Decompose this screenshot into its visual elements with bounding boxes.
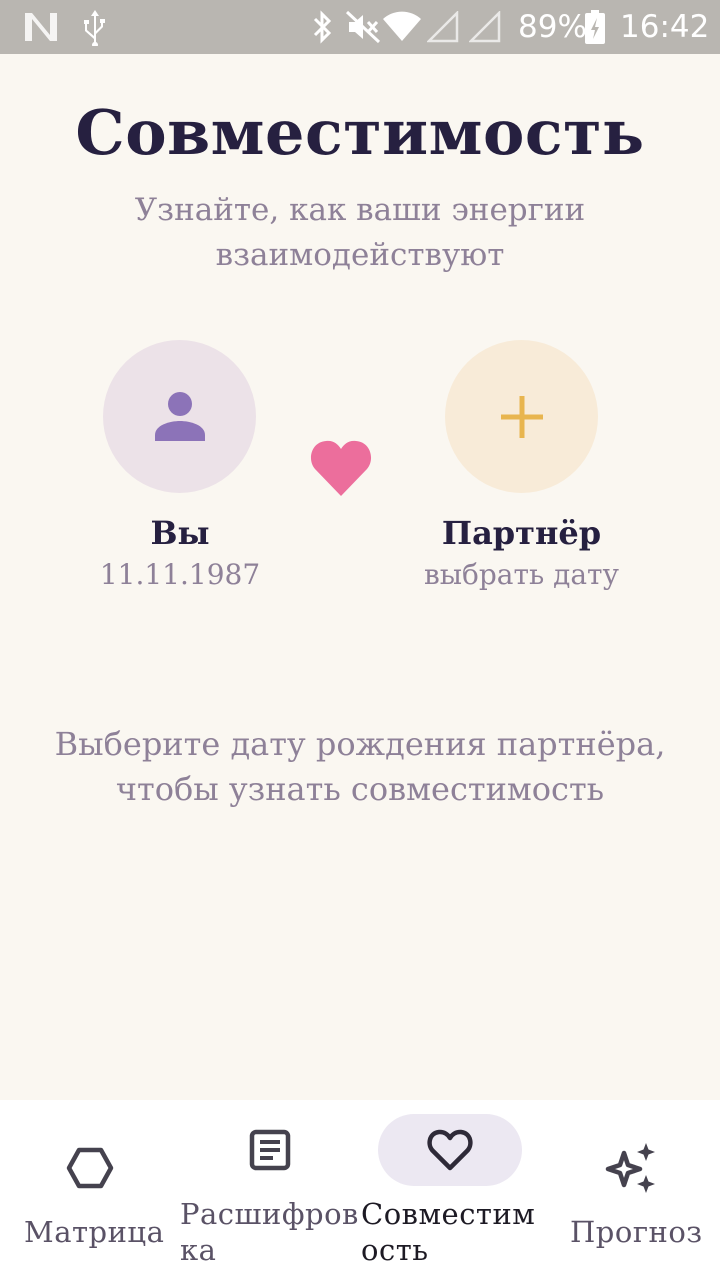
hexagon-icon [64,1144,116,1192]
you-avatar[interactable] [103,340,256,493]
heart-outline-icon [426,1126,474,1174]
nav-label-decoding: Расшифровка [180,1197,359,1267]
bluetooth-icon [308,8,338,46]
battery-percent: 89% [518,9,587,45]
clock: 16:42 [620,9,710,45]
add-partner-button[interactable] [445,340,598,493]
document-icon [246,1126,294,1174]
person-icon [154,391,205,441]
partner-select-date[interactable]: выбрать дату [400,558,643,591]
page-title: Совместимость [75,96,645,169]
wifi-icon [382,8,422,46]
mute-icon [344,8,382,46]
signal-2-icon [468,8,502,46]
partner-name: Партнёр [441,514,602,552]
you-birthdate: 11.11.1987 [99,558,261,591]
signal-icon [426,8,460,46]
nav-item-compatibility[interactable]: Совместимость [360,1100,540,1280]
status-bar: 89% 16:42 [0,0,720,54]
nav-item-forecast[interactable]: Прогноз [540,1100,720,1280]
nav-item-matrix[interactable]: Матрица [0,1100,180,1280]
you-name: Вы [150,514,210,552]
plus-icon [500,395,543,438]
sparkles-icon [604,1140,658,1196]
bottom-nav: Матрица Расшифровка Совместимость Прогно… [0,1100,720,1280]
hint-text: Выберите дату рождения партнёра, чтобы у… [54,725,666,808]
nav-label-compatibility: Совместимость [361,1197,536,1267]
n-logo-icon [22,8,60,46]
nav-label-forecast: Прогноз [570,1215,703,1249]
page-subtitle: Узнайте, как ваши энергии взаимодействую… [134,192,586,273]
heart-icon [310,440,372,496]
battery-icon [584,8,606,46]
usb-icon [80,8,110,46]
nav-item-decoding[interactable]: Расшифровка [180,1100,360,1280]
nav-label-matrix: Матрица [24,1215,165,1249]
